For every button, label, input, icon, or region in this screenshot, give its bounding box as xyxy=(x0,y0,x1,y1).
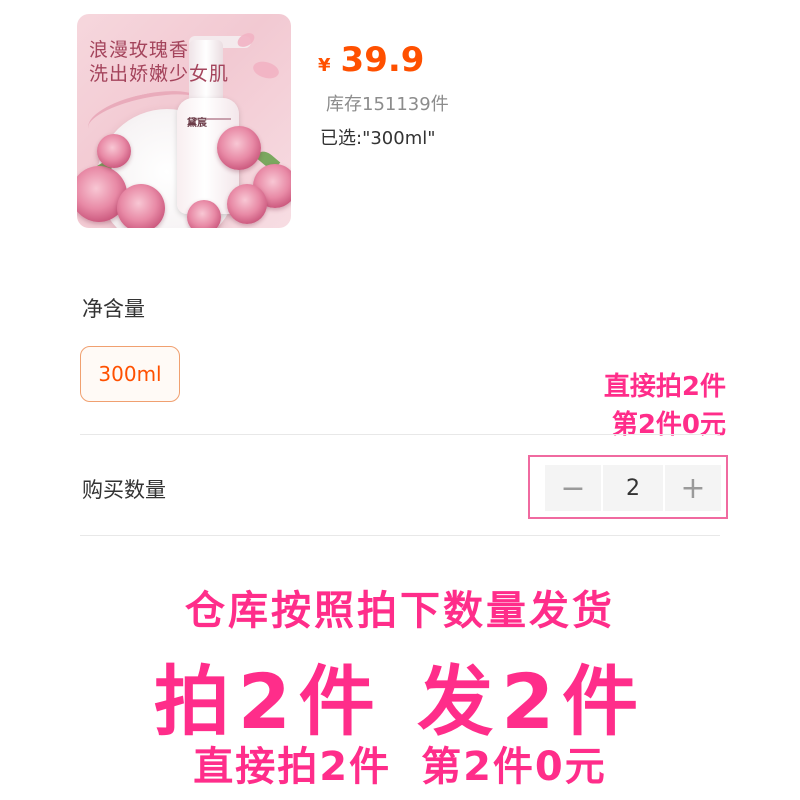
decrement-button[interactable]: − xyxy=(545,465,601,511)
bottle-brand-text: 黛宸 xyxy=(187,118,207,129)
divider xyxy=(80,434,720,435)
bottom-promo-line3-part1: 直接拍2件 xyxy=(193,744,392,790)
rose-graphic xyxy=(217,126,261,170)
bottom-promo-line3: 直接拍2件 第2件0元 xyxy=(0,734,800,792)
spec-option-300ml[interactable]: 300ml xyxy=(80,346,180,402)
price-row: ¥ 39.9 xyxy=(318,40,424,84)
promo-right-line1: 直接拍2件 xyxy=(603,372,726,402)
image-tagline-line2: 洗出娇嫩少女肌 xyxy=(89,63,230,85)
quantity-label: 购买数量 xyxy=(82,478,166,502)
petal-graphic xyxy=(250,57,282,83)
bottle-label-line xyxy=(207,118,231,120)
promo-right: 直接拍2件 第2件0元 xyxy=(604,368,726,444)
quantity-stepper: − 2 + xyxy=(545,465,721,511)
stock-text: 库存151139件 xyxy=(326,94,449,115)
petal-graphic xyxy=(235,31,257,49)
divider xyxy=(80,535,720,536)
price-value: 39.9 xyxy=(340,40,425,80)
rose-graphic xyxy=(117,184,165,228)
increment-button[interactable]: + xyxy=(665,465,721,511)
currency-symbol: ¥ xyxy=(318,55,331,76)
promo-right-line2: 第2件0元 xyxy=(611,410,726,440)
bottom-promo-line1: 仓库按照拍下数量发货 xyxy=(185,588,615,634)
spec-title: 净含量 xyxy=(82,297,145,321)
bottom-promo-line3-part2: 第2件0元 xyxy=(421,744,607,790)
selected-spec-text: 已选:"300ml" xyxy=(320,128,436,149)
product-image: 黛宸 浪漫玫瑰香 洗出娇嫩少女肌 xyxy=(77,14,291,228)
image-tagline-line1: 浪漫玫瑰香 xyxy=(89,39,190,61)
rose-graphic xyxy=(227,184,267,224)
rose-graphic xyxy=(97,134,131,168)
quantity-value[interactable]: 2 xyxy=(603,465,663,511)
image-tagline: 浪漫玫瑰香 洗出娇嫩少女肌 xyxy=(89,38,229,86)
rose-graphic xyxy=(187,200,221,228)
